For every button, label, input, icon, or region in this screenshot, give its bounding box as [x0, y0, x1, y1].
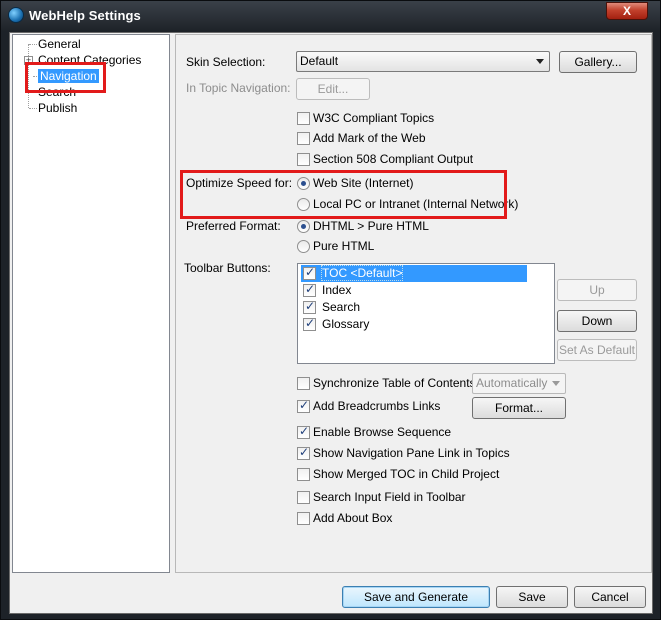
breadcrumbs-label: Add Breadcrumbs Links [313, 399, 441, 413]
dialog-window: WebHelp Settings X General + Content Cat… [0, 0, 661, 620]
format-pure-html-label: Pure HTML [313, 239, 375, 253]
up-button[interactable]: Up [557, 279, 637, 301]
close-button[interactable]: X [606, 2, 648, 20]
sync-toc-label: Synchronize Table of Contents [313, 376, 476, 390]
mark-of-web-label: Add Mark of the Web [313, 131, 426, 145]
dialog-client: General + Content Categories Navigation … [9, 32, 653, 614]
breadcrumbs-checkbox[interactable] [297, 398, 310, 413]
browse-sequence-checkbox[interactable] [297, 424, 310, 439]
sync-mode-select[interactable]: Automatically [472, 373, 566, 394]
merged-toc-label: Show Merged TOC in Child Project [313, 467, 500, 481]
search-input-field-checkbox[interactable] [297, 491, 310, 504]
down-button[interactable]: Down [557, 310, 637, 332]
skin-selection-label: Skin Selection: [186, 55, 266, 69]
toolbar-buttons-list[interactable]: TOC <Default> Index Search Glossary [297, 263, 555, 364]
settings-tree: General + Content Categories Navigation … [12, 34, 170, 573]
toolbar-toc-checkbox[interactable] [303, 265, 316, 280]
highlight-box-optimize-speed [180, 170, 507, 219]
in-topic-navigation-label: In Topic Navigation: [186, 81, 291, 95]
toolbar-glossary-checkbox[interactable] [303, 316, 316, 331]
toolbar-glossary-label: Glossary [322, 317, 370, 331]
navigation-panel: Skin Selection: Default Gallery... In To… [175, 34, 652, 573]
highlight-box-navigation [25, 62, 106, 93]
set-as-default-button[interactable]: Set As Default [557, 339, 637, 361]
list-item[interactable]: Search [301, 299, 527, 316]
toolbar-index-label: Index [322, 283, 352, 297]
nav-pane-link-label: Show Navigation Pane Link in Topics [313, 446, 510, 460]
w3c-label: W3C Compliant Topics [313, 111, 435, 125]
chevron-down-icon [536, 59, 544, 64]
mark-of-web-checkbox[interactable] [297, 132, 310, 145]
format-dhtml-radio[interactable] [297, 220, 310, 233]
toolbar-search-checkbox[interactable] [303, 299, 316, 314]
skin-selection-select[interactable]: Default [296, 51, 550, 72]
list-item[interactable]: Index [301, 282, 527, 299]
toolbar-search-label: Search [322, 300, 361, 314]
format-pure-html-radio[interactable] [297, 240, 310, 253]
edit-button[interactable]: Edit... [296, 78, 370, 100]
toolbar-buttons-label: Toolbar Buttons: [184, 261, 271, 275]
section-508-checkbox[interactable] [297, 153, 310, 166]
globe-icon [8, 7, 24, 23]
tree-item-general[interactable]: General [38, 37, 81, 51]
browse-sequence-label: Enable Browse Sequence [313, 425, 452, 439]
nav-pane-link-checkbox[interactable] [297, 445, 310, 460]
section-508-label: Section 508 Compliant Output [313, 152, 474, 166]
list-item[interactable]: Glossary [301, 316, 527, 333]
sync-toc-checkbox[interactable] [297, 377, 310, 390]
format-button[interactable]: Format... [472, 397, 566, 419]
format-dhtml-label: DHTML > Pure HTML [313, 219, 429, 233]
sync-mode-value: Automatically [476, 376, 548, 390]
save-button[interactable]: Save [496, 586, 568, 608]
list-item[interactable]: TOC <Default> [301, 265, 527, 282]
about-box-label: Add About Box [313, 511, 393, 525]
chevron-down-icon [552, 381, 560, 386]
merged-toc-checkbox[interactable] [297, 468, 310, 481]
window-title: WebHelp Settings [29, 8, 141, 23]
save-and-generate-button[interactable]: Save and Generate [342, 586, 490, 608]
toolbar-index-checkbox[interactable] [303, 282, 316, 297]
cancel-button[interactable]: Cancel [574, 586, 646, 608]
gallery-button[interactable]: Gallery... [559, 51, 637, 73]
toolbar-toc-label: TOC <Default> [320, 265, 404, 281]
tree-item-publish[interactable]: Publish [38, 101, 77, 115]
title-bar[interactable]: WebHelp Settings X [1, 1, 660, 31]
preferred-format-label: Preferred Format: [186, 219, 281, 233]
about-box-checkbox[interactable] [297, 512, 310, 525]
skin-selection-value: Default [300, 54, 339, 68]
search-input-field-label: Search Input Field in Toolbar [313, 490, 466, 504]
w3c-checkbox[interactable] [297, 112, 310, 125]
